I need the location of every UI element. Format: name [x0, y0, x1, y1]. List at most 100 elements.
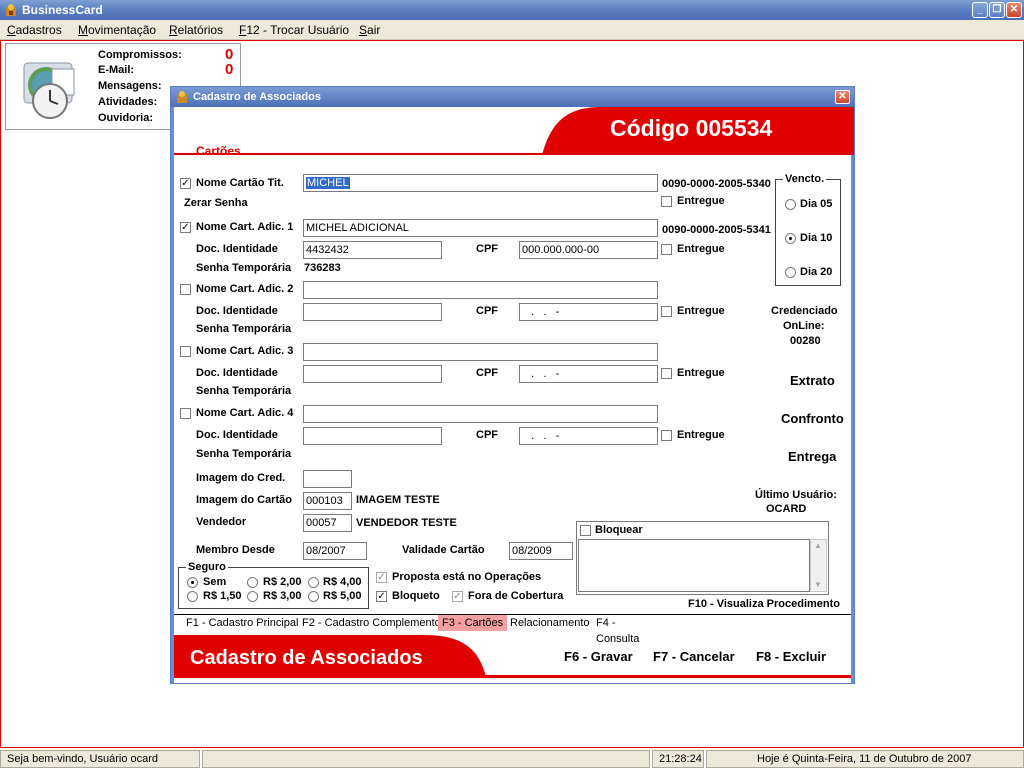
adic4-checkbox[interactable]	[180, 408, 191, 419]
ouvidoria-label: Ouvidoria:	[98, 112, 154, 124]
tab-cartoes[interactable]: F3 - Cartões	[438, 615, 508, 631]
adic2-entregue-label: Entregue	[677, 305, 725, 317]
seguro-200-radio[interactable]	[247, 577, 258, 588]
adic3-name-input[interactable]	[303, 343, 658, 361]
adic3-doc-input[interactable]	[303, 365, 442, 383]
maximize-button[interactable]: ❐	[989, 2, 1005, 18]
credenciado-label: Credenciado	[771, 305, 838, 317]
tab-relacionamento[interactable]: Relacionamento	[506, 615, 594, 631]
bloqueto-label: Bloqueto	[392, 590, 440, 602]
tab-consulta[interactable]: F4 - Consulta	[592, 615, 662, 645]
dialog-body: Código 005534 Cartões ✓ Nome Cartão Tit.…	[171, 107, 854, 683]
vencto-dia05-label: Dia 05	[800, 198, 833, 210]
membro-desde-input[interactable]: 08/2007	[303, 542, 367, 560]
adic1-cpf-input[interactable]: 000.000.000-00	[519, 241, 658, 259]
adic2-name-input[interactable]	[303, 281, 658, 299]
vencto-dia20-label: Dia 20	[800, 266, 833, 278]
entrega-link[interactable]: Entrega	[788, 449, 836, 464]
vencto-dia10-radio[interactable]	[785, 233, 796, 244]
bloqueto-checkbox[interactable]: ✓	[376, 591, 387, 602]
adic1-entregue-checkbox[interactable]	[661, 244, 672, 255]
app-titlebar: BusinessCard _ ❐ ✕	[0, 0, 1024, 20]
minimize-button[interactable]: _	[972, 2, 988, 18]
adic4-doc-input[interactable]	[303, 427, 442, 445]
excluir-button[interactable]: F8 - Excluir	[756, 649, 826, 664]
menu-cadastros[interactable]: Cadastros	[7, 23, 62, 37]
credenciado-code: 00280	[790, 335, 821, 347]
gravar-button[interactable]: F6 - Gravar	[564, 649, 633, 664]
menu-trocar-usuario[interactable]: F12 - Trocar Usuário	[239, 23, 349, 37]
adic1-doc-input[interactable]: 4432432	[303, 241, 442, 259]
adic1-label: Nome Cart. Adic. 1	[196, 221, 294, 233]
vendedor-input[interactable]: 00057	[303, 514, 352, 532]
seguro-500-radio[interactable]	[308, 591, 319, 602]
titular-entregue-checkbox[interactable]	[661, 196, 672, 207]
imagem-cred-input[interactable]	[303, 470, 352, 488]
seguro-300-label: R$ 3,00	[263, 590, 302, 602]
adic3-cpf-input[interactable]: . . -	[519, 365, 658, 383]
adic4-cpf-label: CPF	[476, 429, 498, 441]
imagem-cred-label: Imagem do Cred.	[196, 472, 286, 484]
seguro-150-radio[interactable]	[187, 591, 198, 602]
proposta-label: Proposta está no Operações	[392, 571, 542, 583]
atividades-label: Atividades:	[98, 96, 158, 108]
cadastro-dialog: Cadastro de Associados ✕ Código 005534 C…	[170, 86, 855, 684]
adic1-name-input[interactable]: MICHEL ADICIONAL	[303, 219, 658, 237]
vencto-dia20-radio[interactable]	[785, 267, 796, 278]
scroll-up-icon[interactable]: ▲	[814, 541, 822, 550]
adic2-cpf-input[interactable]: . . -	[519, 303, 658, 321]
ultimo-usuario-label: Último Usuário:	[755, 489, 837, 501]
bloquear-scrollbar[interactable]: ▲ ▼	[810, 539, 827, 592]
cancelar-button[interactable]: F7 - Cancelar	[653, 649, 735, 664]
adic4-entregue-checkbox[interactable]	[661, 430, 672, 441]
adic1-senha-label: Senha Temporária	[196, 262, 292, 274]
adic2-checkbox[interactable]	[180, 284, 191, 295]
close-button[interactable]: ✕	[1006, 2, 1022, 18]
footer-title: Cadastro de Associados	[190, 647, 423, 669]
titular-entregue-label: Entregue	[677, 195, 725, 207]
extrato-link[interactable]: Extrato	[790, 373, 835, 388]
seguro-sem-radio[interactable]	[187, 577, 198, 588]
confronto-link[interactable]: Confronto	[781, 411, 844, 426]
calendar-clock-icon	[23, 62, 75, 119]
proposta-checkbox[interactable]: ✓	[376, 572, 387, 583]
seguro-200-label: R$ 2,00	[263, 576, 302, 588]
app-icon	[6, 4, 16, 16]
imagem-cartao-input[interactable]: 000103	[303, 492, 352, 510]
vencto-dia05-radio[interactable]	[785, 199, 796, 210]
seguro-group	[178, 567, 369, 609]
menu-movimentacao[interactable]: Movimentação	[78, 23, 156, 37]
adic3-entregue-checkbox[interactable]	[661, 368, 672, 379]
validade-input[interactable]: 08/2009	[509, 542, 573, 560]
header-divider	[174, 153, 851, 155]
titular-label: Nome Cartão Tit.	[196, 177, 284, 189]
footer-line	[174, 675, 851, 678]
adic3-checkbox[interactable]	[180, 346, 191, 357]
seguro-400-radio[interactable]	[308, 577, 319, 588]
menu-relatorios[interactable]: Relatórios	[169, 23, 223, 37]
dialog-title: Cadastro de Associados	[193, 91, 321, 103]
adic4-label: Nome Cart. Adic. 4	[196, 407, 294, 419]
zerar-senha-link[interactable]: Zerar Senha	[184, 197, 248, 209]
seguro-300-radio[interactable]	[247, 591, 258, 602]
status-date: Hoje é Quinta-Feira, 11 de Outubro de 20…	[706, 750, 1024, 768]
bloquear-checkbox[interactable]	[580, 525, 591, 536]
titular-checkbox[interactable]: ✓	[180, 178, 191, 189]
adic4-cpf-input[interactable]: . . -	[519, 427, 658, 445]
adic4-name-input[interactable]	[303, 405, 658, 423]
vencto-label: Vencto.	[783, 173, 827, 185]
adic1-checkbox[interactable]: ✓	[180, 222, 191, 233]
section-title: Cartões	[196, 144, 241, 158]
tab-cadastro-complemento[interactable]: F2 - Cadastro Complemento	[298, 615, 445, 631]
adic3-doc-label: Doc. Identidade	[196, 367, 278, 379]
titular-name-input[interactable]: MICHEL	[303, 174, 658, 192]
adic2-entregue-checkbox[interactable]	[661, 306, 672, 317]
bloquear-reason-textarea[interactable]	[578, 539, 810, 592]
menu-sair[interactable]: Sair	[359, 23, 380, 37]
tab-cadastro-principal[interactable]: F1 - Cadastro Principal	[182, 615, 303, 631]
adic2-senha-label: Senha Temporária	[196, 323, 292, 335]
adic2-doc-input[interactable]	[303, 303, 442, 321]
scroll-down-icon[interactable]: ▼	[814, 580, 822, 589]
fora-cobertura-checkbox[interactable]: ✓	[452, 591, 463, 602]
dialog-close-button[interactable]: ✕	[835, 90, 850, 104]
